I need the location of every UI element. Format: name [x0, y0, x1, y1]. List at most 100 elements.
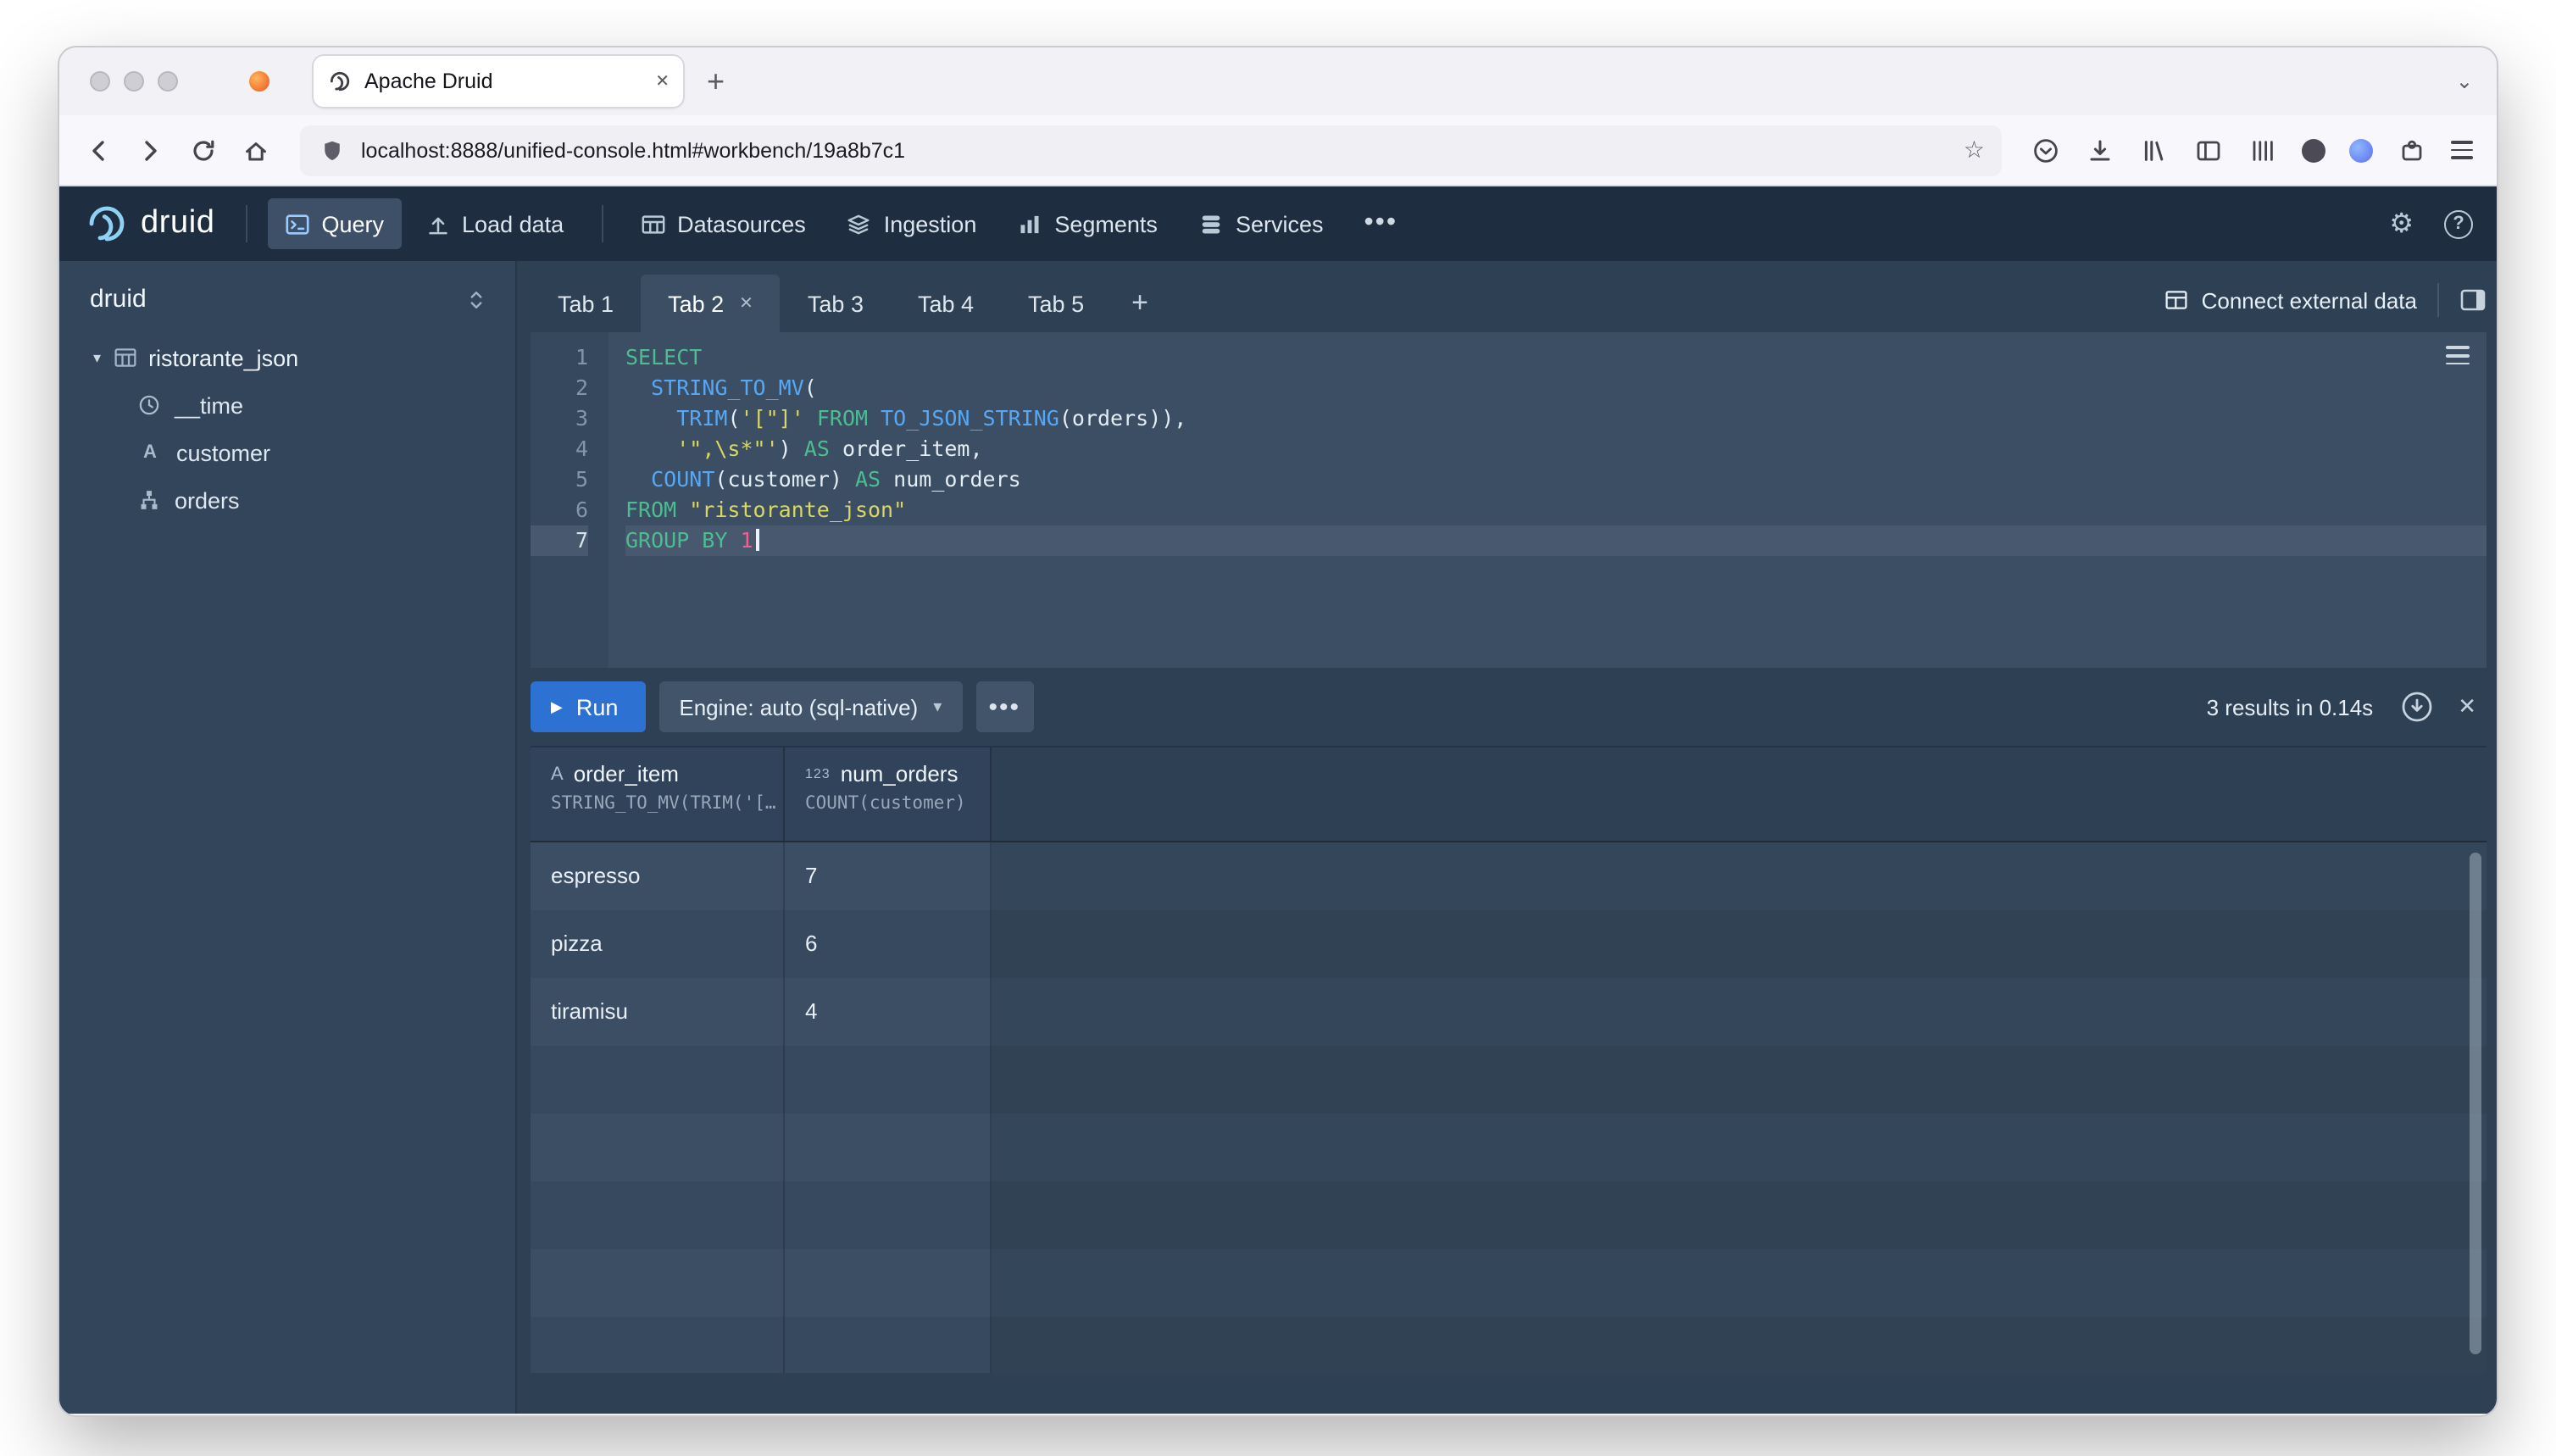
download-icon[interactable]: [2400, 690, 2434, 724]
column-expression: COUNT(customer): [805, 793, 966, 814]
tree-item-string-column[interactable]: A customer: [59, 429, 515, 476]
workbench-tabs: Tab 1 Tab 2 ✕ Tab 3 Tab 4 Tab 5: [531, 275, 1111, 332]
column-expression: STRING_TO_MV(TRIM('[…: [551, 793, 776, 814]
nav-datasources[interactable]: Datasources: [623, 198, 823, 249]
cell-num-orders: [785, 1181, 992, 1249]
workbench-tab[interactable]: Tab 3: [781, 275, 891, 332]
engine-select[interactable]: Engine: auto (sql-native) ▾: [658, 681, 963, 732]
connect-external-data-button[interactable]: Connect external data: [2164, 287, 2417, 313]
cell-num-orders[interactable]: 6: [785, 910, 992, 978]
druid-brand[interactable]: druid: [83, 202, 215, 246]
browser-tab[interactable]: Apache Druid ✕: [314, 56, 683, 107]
cell-order-item[interactable]: espresso: [531, 842, 785, 910]
cell-order-item: [531, 1249, 785, 1317]
downloads-icon[interactable]: [2085, 135, 2115, 165]
home-icon[interactable]: [241, 135, 271, 165]
cell-num-orders: [785, 1317, 992, 1373]
results-header: A order_item STRING_TO_MV(TRIM('[… 123 n…: [531, 747, 2487, 842]
tree-item-datasource[interactable]: ▾ ristorante_json: [59, 334, 515, 381]
sidebar-toggle-icon[interactable]: [2193, 135, 2224, 165]
empty-row: [531, 1317, 2487, 1373]
tab-close-icon[interactable]: ✕: [655, 72, 670, 91]
code-line[interactable]: COUNT(customer) AS num_orders: [625, 464, 2487, 495]
query-more-button[interactable]: •••: [975, 681, 1034, 732]
workbench-tab-close-icon[interactable]: ✕: [739, 294, 753, 313]
cell-order-item[interactable]: tiramisu: [531, 978, 785, 1046]
column-header-num-orders[interactable]: 123 num_orders COUNT(customer): [785, 747, 992, 841]
code-line[interactable]: FROM "ristorante_json": [625, 495, 2487, 525]
firefox-view-icon[interactable]: [249, 71, 269, 92]
row-filler: [992, 1114, 2487, 1181]
editor-code[interactable]: SELECT STRING_TO_MV( TRIM('["]' FROM TO_…: [608, 332, 2487, 668]
tree-item-time-column[interactable]: __time: [59, 381, 515, 429]
engine-label: Engine: auto (sql-native): [679, 694, 919, 720]
privacy-badger-icon[interactable]: [2302, 138, 2325, 162]
minimize-window-button[interactable]: [124, 71, 144, 92]
menu-icon[interactable]: [2451, 141, 2473, 159]
library-icon[interactable]: [2139, 135, 2170, 165]
puzzle-icon[interactable]: [2397, 135, 2427, 165]
workbench-tab[interactable]: Tab 4: [891, 275, 1001, 332]
cell-num-orders[interactable]: 7: [785, 842, 992, 910]
sort-icon[interactable]: [464, 287, 488, 311]
settings-gear-icon[interactable]: ⚙: [2389, 207, 2414, 241]
sql-editor[interactable]: 1 2 3 4 5 6 7 SELECT STRING_TO_MV( TRIM('["]' …: [531, 332, 2487, 668]
caret-down-icon[interactable]: ▾: [93, 348, 101, 367]
tab-overflow-chevron-icon[interactable]: ⌄: [2456, 69, 2473, 93]
column-label: __time: [175, 392, 244, 418]
run-button[interactable]: ▶ Run: [531, 681, 646, 732]
url-bar[interactable]: localhost:8888/unified-console.html#work…: [300, 125, 2002, 175]
code-line[interactable]: '",\s*"') AS order_item,: [625, 434, 2487, 464]
close-window-button[interactable]: [90, 71, 110, 92]
workbench-tab-label: Tab 4: [917, 291, 975, 316]
editor-menu-icon[interactable]: [2446, 346, 2470, 365]
new-tab-button[interactable]: +: [707, 66, 725, 97]
code-line[interactable]: STRING_TO_MV(: [625, 373, 2487, 403]
cell-num-orders[interactable]: 4: [785, 978, 992, 1046]
zoom-window-button[interactable]: [158, 71, 178, 92]
shield-icon[interactable]: [317, 135, 347, 165]
workbench-tab[interactable]: Tab 5: [1001, 275, 1111, 332]
tabs-grid-icon[interactable]: [2248, 135, 2278, 165]
back-icon[interactable]: [83, 135, 114, 165]
bookmark-star-icon[interactable]: ☆: [1964, 136, 1985, 164]
cell-order-item[interactable]: pizza: [531, 910, 785, 978]
code-line[interactable]: GROUP BY 1: [625, 525, 2487, 556]
nav-query[interactable]: Query: [267, 198, 402, 249]
forward-icon[interactable]: [136, 135, 166, 165]
line-number: 1: [575, 344, 588, 370]
window-controls: [90, 71, 178, 92]
nav-ingestion[interactable]: Ingestion: [830, 198, 994, 249]
workbench-tab[interactable]: Tab 2 ✕: [641, 275, 781, 332]
cell-num-orders: [785, 1249, 992, 1317]
details-panel-icon[interactable]: [2459, 286, 2487, 314]
line-number: 3: [575, 405, 588, 431]
workbench-tab[interactable]: Tab 1: [531, 275, 641, 332]
tree-item-complex-column[interactable]: orders: [59, 476, 515, 524]
nav-segments[interactable]: Segments: [1000, 198, 1175, 249]
help-icon[interactable]: ?: [2444, 209, 2473, 238]
druid-logo-icon: [83, 202, 127, 246]
empty-row: [531, 1046, 2487, 1114]
nav-load-data[interactable]: Load data: [408, 198, 581, 249]
column-label: customer: [176, 440, 271, 465]
results-panel: A order_item STRING_TO_MV(TRIM('[… 123 n…: [531, 746, 2487, 1373]
close-results-icon[interactable]: ✕: [2458, 693, 2476, 720]
code-line[interactable]: TRIM('["]' FROM TO_JSON_STRING(orders)),: [625, 403, 2487, 434]
code-line[interactable]: SELECT: [625, 342, 2487, 373]
reload-icon[interactable]: [188, 135, 219, 165]
nav-label: Datasources: [677, 211, 806, 236]
toolbar-icons: [2031, 135, 2473, 165]
chevron-down-icon: ▾: [933, 697, 942, 716]
query-icon: [285, 211, 310, 236]
extension-icon[interactable]: [2349, 138, 2373, 162]
schema-sidebar: druid ▾ ristorante_json __time A custome…: [59, 261, 517, 1414]
nav-services[interactable]: Services: [1181, 198, 1341, 249]
column-header-order-item[interactable]: A order_item STRING_TO_MV(TRIM('[…: [531, 747, 785, 841]
add-tab-button[interactable]: +: [1111, 275, 1169, 332]
nav-more-button[interactable]: •••: [1347, 198, 1414, 249]
results-scrollbar[interactable]: [2470, 853, 2481, 1354]
string-type-icon: A: [551, 764, 564, 784]
line-number: 6: [575, 497, 588, 522]
pocket-icon[interactable]: [2031, 135, 2061, 165]
